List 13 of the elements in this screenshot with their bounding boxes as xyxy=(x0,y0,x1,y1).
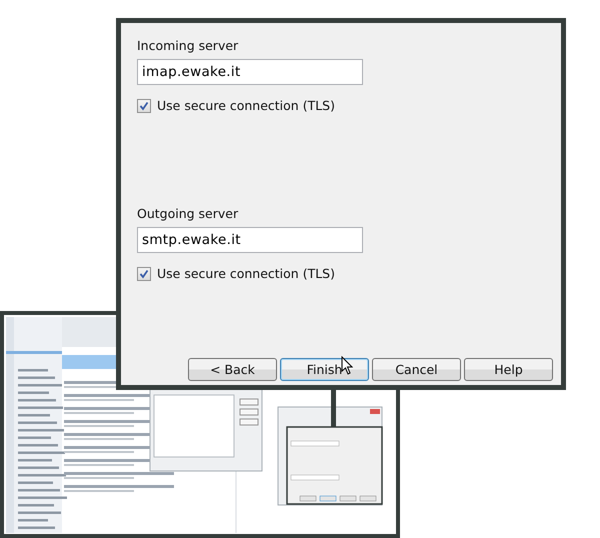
server-label: Incoming server xyxy=(137,38,240,54)
checkbox-label: Use secure connection (TLS) xyxy=(157,266,335,281)
checkbox-label: Use secure connection (TLS) xyxy=(157,98,335,113)
checkbox[interactable] xyxy=(137,266,151,280)
checkbox[interactable] xyxy=(137,98,151,112)
cancel-button[interactable]: Cancel xyxy=(372,358,461,381)
back-button[interactable]: < Back xyxy=(188,358,277,381)
server-field[interactable]: imap.ewake.it xyxy=(137,59,363,85)
finish-button[interactable]: Finish xyxy=(280,358,369,381)
server-label: Outgoing server xyxy=(137,206,240,222)
cursor-icon xyxy=(341,356,353,375)
server-field[interactable]: smtp.ewake.it xyxy=(137,227,363,253)
help-button[interactable]: Help xyxy=(464,358,553,381)
